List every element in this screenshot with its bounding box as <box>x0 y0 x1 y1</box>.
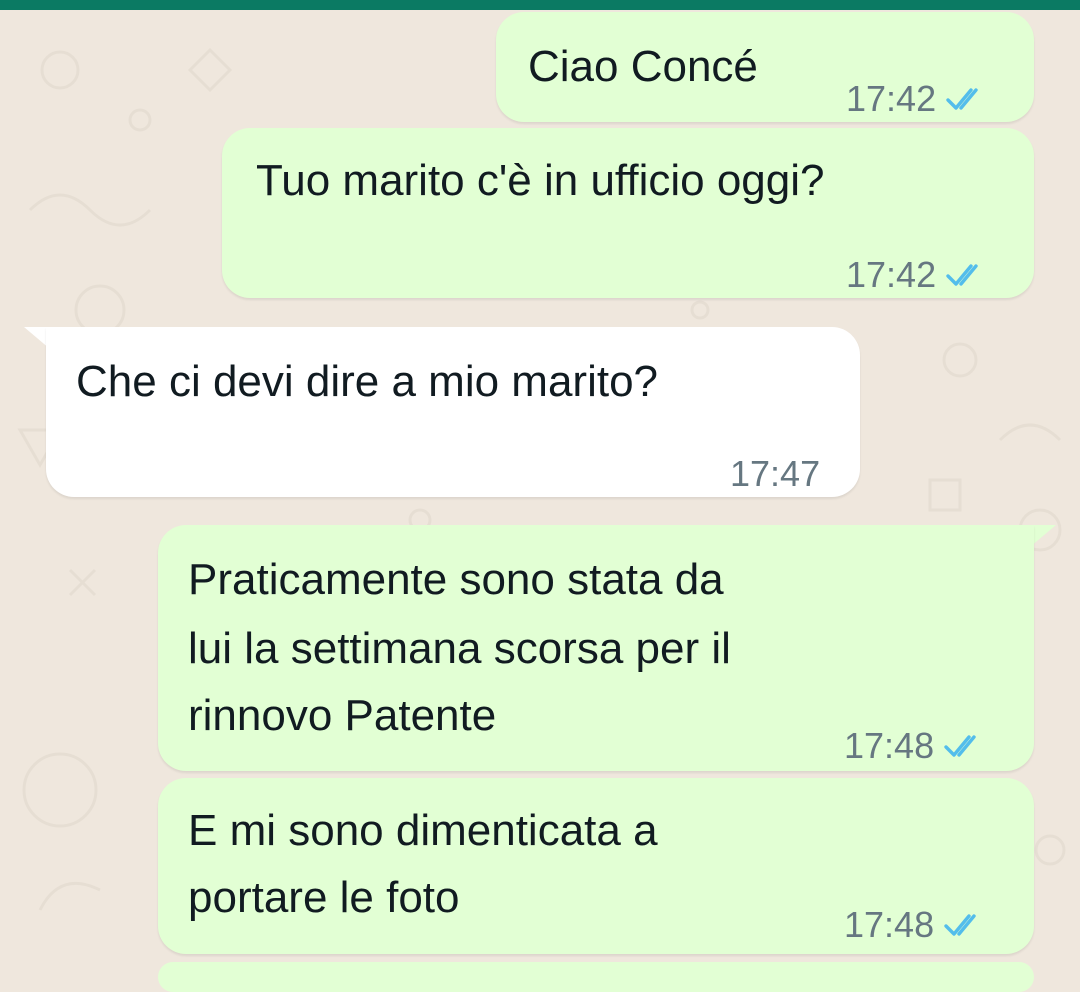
message-text-line: lui la settimana scorsa per il <box>188 624 731 673</box>
message-meta: 17:47 <box>730 441 820 507</box>
message-time: 17:48 <box>844 725 935 766</box>
message-text-line: portare le foto <box>188 873 460 922</box>
message-time: 17:48 <box>844 904 935 945</box>
message-text: Che ci devi dire a mio marito? <box>76 357 659 406</box>
message-meta: 17:42 <box>846 66 988 132</box>
double-check-icon <box>946 88 978 110</box>
message-meta: 17:42 <box>846 242 988 308</box>
message-bubble-outgoing[interactable]: E mi sono dimenticata a portare le foto … <box>158 778 1034 954</box>
message-meta: 17:48 <box>844 713 986 779</box>
message-text-line: E mi sono dimenticata a <box>188 806 658 855</box>
app-header-bar <box>0 0 1080 10</box>
message-bubble-incoming[interactable]: Che ci devi dire a mio marito? 17:47 <box>46 327 860 497</box>
message-time: 17:42 <box>846 254 937 295</box>
message-meta: 17:48 <box>844 892 986 958</box>
message-text: Tuo marito c'è in ufficio oggi? <box>256 156 825 205</box>
message-bubble-outgoing[interactable]: Praticamente sono stata da lui la settim… <box>158 525 1034 771</box>
message-bubble-outgoing[interactable]: Ciao Concé 17:42 <box>496 12 1034 122</box>
message-bubble-partial[interactable] <box>158 962 1034 992</box>
double-check-icon <box>946 264 978 286</box>
message-text-line: Praticamente sono stata da <box>188 555 724 604</box>
message-bubble-outgoing[interactable]: Tuo marito c'è in ufficio oggi? 17:42 <box>222 128 1034 298</box>
message-text: Ciao Concé <box>528 42 758 91</box>
message-time: 17:47 <box>730 453 821 494</box>
double-check-icon <box>944 914 976 936</box>
double-check-icon <box>944 735 976 757</box>
message-text-line: rinnovo Patente <box>188 691 497 740</box>
message-time: 17:42 <box>846 78 937 119</box>
